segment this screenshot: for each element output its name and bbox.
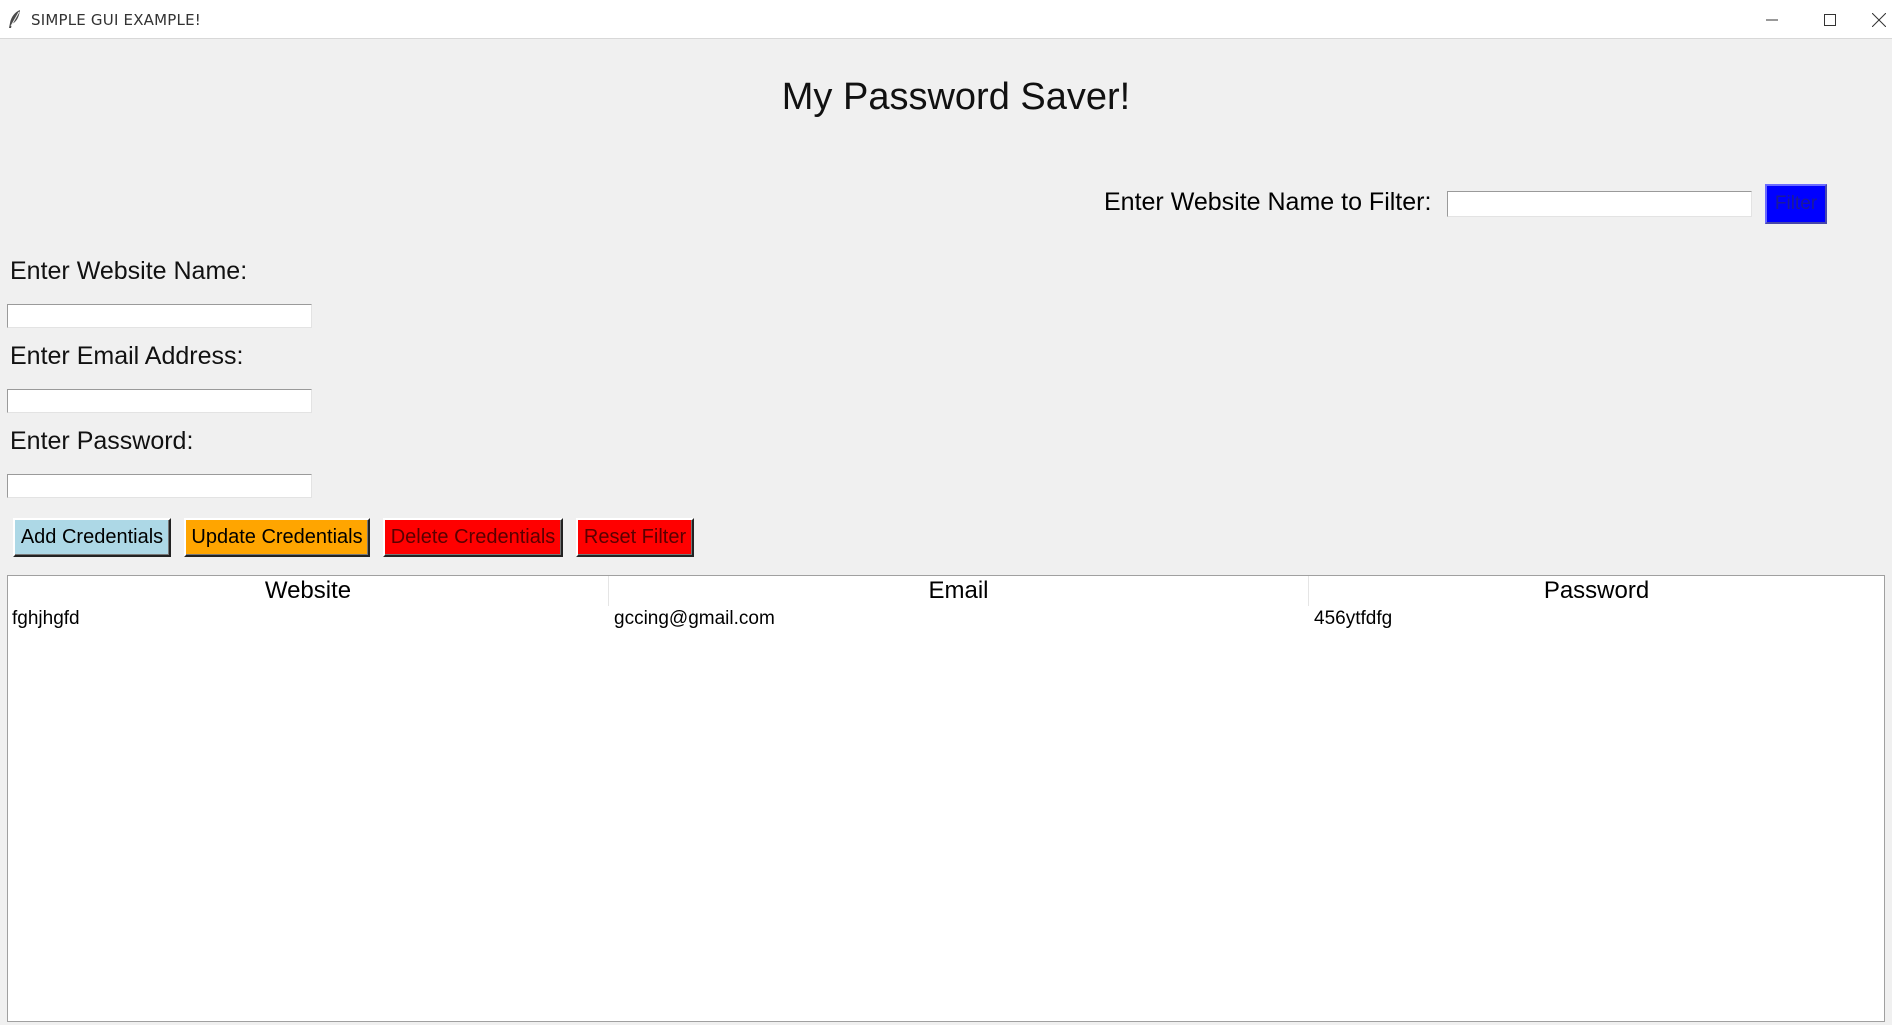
filter-label: Enter Website Name to Filter: bbox=[1104, 188, 1432, 216]
app-window: SIMPLE GUI EXAMPLE! My Password Saver! E… bbox=[0, 0, 1892, 1025]
delete-credentials-button[interactable]: Delete Credentials bbox=[383, 518, 563, 557]
filter-input[interactable] bbox=[1447, 191, 1752, 217]
column-header-website[interactable]: Website bbox=[8, 576, 608, 606]
cell-password: 456ytfdfg bbox=[1314, 608, 1393, 629]
window-title: SIMPLE GUI EXAMPLE! bbox=[31, 11, 201, 29]
table-header: Website Email Password bbox=[8, 576, 1884, 606]
credentials-table[interactable]: Website Email Password fghjhgfd gccing@g… bbox=[7, 575, 1885, 1022]
column-header-email[interactable]: Email bbox=[608, 576, 1308, 606]
password-label: Enter Password: bbox=[10, 427, 194, 455]
maximize-icon bbox=[1824, 13, 1836, 26]
add-credentials-button[interactable]: Add Credentials bbox=[13, 518, 171, 557]
table-row[interactable]: fghjhgfd gccing@gmail.com 456ytfdfg bbox=[8, 606, 1884, 632]
cell-website: fghjhgfd bbox=[12, 608, 80, 629]
close-button[interactable] bbox=[1860, 0, 1892, 39]
page-title: My Password Saver! bbox=[781, 76, 1131, 118]
maximize-button[interactable] bbox=[1802, 0, 1858, 39]
cell-email: gccing@gmail.com bbox=[614, 608, 775, 629]
website-label: Enter Website Name: bbox=[10, 257, 248, 285]
minimize-icon bbox=[1766, 19, 1778, 20]
update-credentials-button[interactable]: Update Credentials bbox=[184, 518, 370, 557]
email-input[interactable] bbox=[7, 389, 312, 413]
close-icon bbox=[1872, 12, 1886, 27]
email-label: Enter Email Address: bbox=[10, 342, 244, 370]
minimize-button[interactable] bbox=[1744, 0, 1800, 39]
filter-button[interactable]: Filter bbox=[1765, 184, 1827, 224]
reset-filter-button[interactable]: Reset Filter bbox=[576, 518, 694, 557]
column-header-password[interactable]: Password bbox=[1308, 576, 1884, 606]
title-bar: SIMPLE GUI EXAMPLE! bbox=[0, 0, 1892, 39]
password-input[interactable] bbox=[7, 474, 312, 498]
website-input[interactable] bbox=[7, 304, 312, 328]
feather-icon bbox=[6, 9, 24, 29]
